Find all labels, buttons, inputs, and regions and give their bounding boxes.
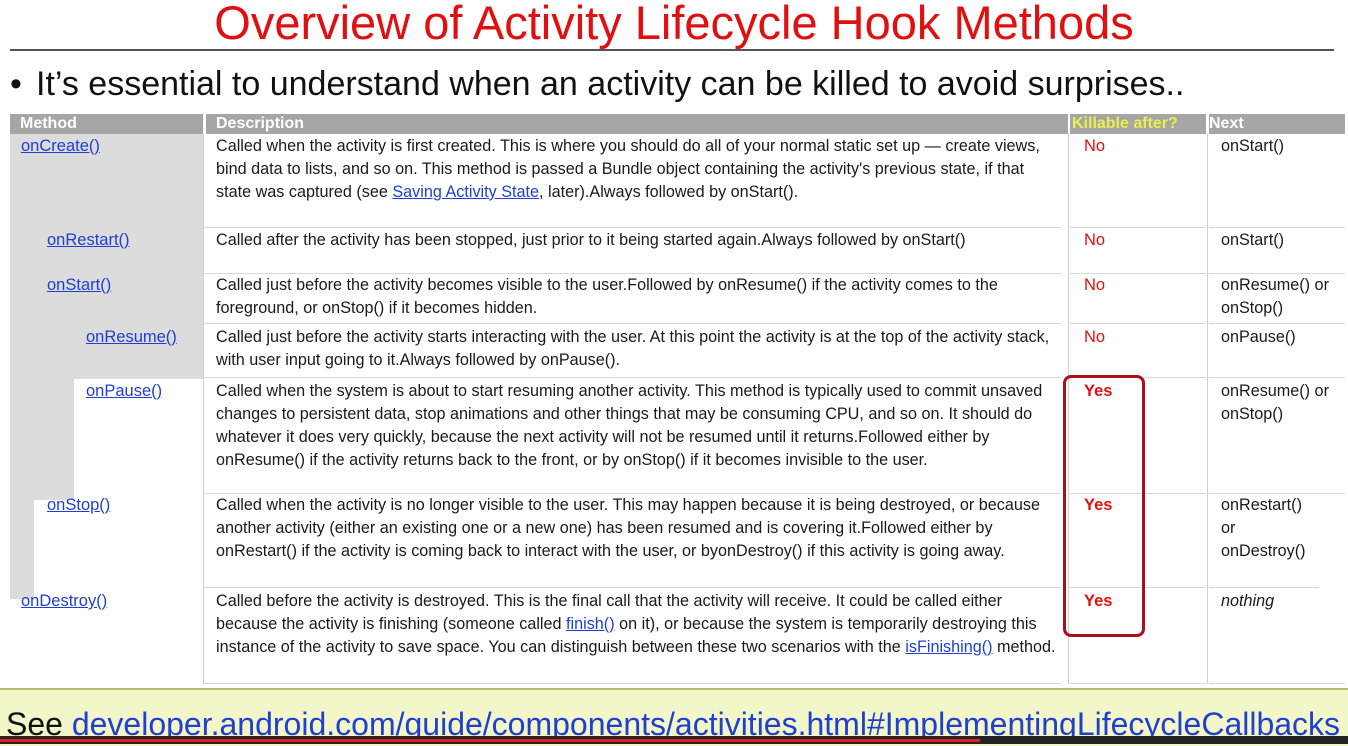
header-method: Method	[10, 114, 203, 134]
bullet-icon: •	[10, 65, 22, 103]
row-description: Called after the activity has been stopp…	[203, 228, 1061, 274]
row-description: Called just before the activity starts i…	[203, 324, 1061, 378]
table-row: onCreate() Called when the activity is f…	[10, 134, 1345, 228]
video-progress-bar[interactable]	[0, 736, 1348, 744]
next-value: onRestart() or onDestroy()	[1209, 494, 1319, 588]
header-killable: Killable after?	[1070, 114, 1206, 134]
killable-value: No	[1070, 274, 1206, 324]
table-row: onResume() Called just before the activi…	[10, 324, 1345, 378]
method-onstop[interactable]: onStop()	[47, 494, 110, 517]
row-description: Called when the activity is no longer vi…	[203, 494, 1061, 588]
column-divider	[203, 134, 204, 684]
method-oncreate[interactable]: onCreate()	[21, 135, 100, 158]
next-value: onPause()	[1209, 324, 1345, 378]
killable-highlight-box	[1063, 375, 1145, 637]
bullet-point: • It’s essential to understand when an ac…	[10, 62, 1340, 106]
next-value: onStart()	[1209, 228, 1345, 274]
bullet-text: It’s essential to understand when an act…	[36, 65, 1185, 103]
table-row: onRestart() Called after the activity ha…	[10, 228, 1345, 274]
method-onresume[interactable]: onResume()	[86, 326, 177, 349]
killable-value: No	[1070, 228, 1206, 274]
method-onrestart[interactable]: onRestart()	[47, 229, 130, 252]
header-next: Next	[1209, 114, 1345, 134]
slide-title: Overview of Activity Lifecycle Hook Meth…	[214, 0, 1134, 49]
next-value: onResume() or onStop()	[1209, 378, 1345, 494]
method-ondestroy[interactable]: onDestroy()	[21, 590, 107, 613]
column-divider	[1207, 134, 1208, 684]
killable-value: No	[1070, 324, 1206, 378]
next-value: nothing	[1209, 588, 1345, 684]
row-description: Called just before the activity becomes …	[203, 274, 1061, 324]
row-description: Called when the activity is first create…	[203, 134, 1061, 228]
row-description: Called before the activity is destroyed.…	[203, 588, 1061, 684]
table-row: onStart() Called just before the activit…	[10, 274, 1345, 324]
title-divider	[10, 49, 1334, 51]
row-description: Called when the system is about to start…	[203, 378, 1061, 494]
saving-activity-state-link[interactable]: Saving Activity State	[392, 183, 539, 201]
killable-value: No	[1070, 134, 1206, 228]
video-progress-fill	[0, 739, 980, 742]
header-description: Description	[206, 114, 1068, 134]
finish-link[interactable]: finish()	[566, 615, 615, 633]
method-onstart[interactable]: onStart()	[47, 274, 111, 297]
method-onpause[interactable]: onPause()	[86, 380, 162, 403]
next-value: onResume() or onStop()	[1209, 274, 1345, 324]
next-value: onStart()	[1209, 134, 1345, 228]
isfinishing-link[interactable]: isFinishing()	[905, 638, 992, 656]
